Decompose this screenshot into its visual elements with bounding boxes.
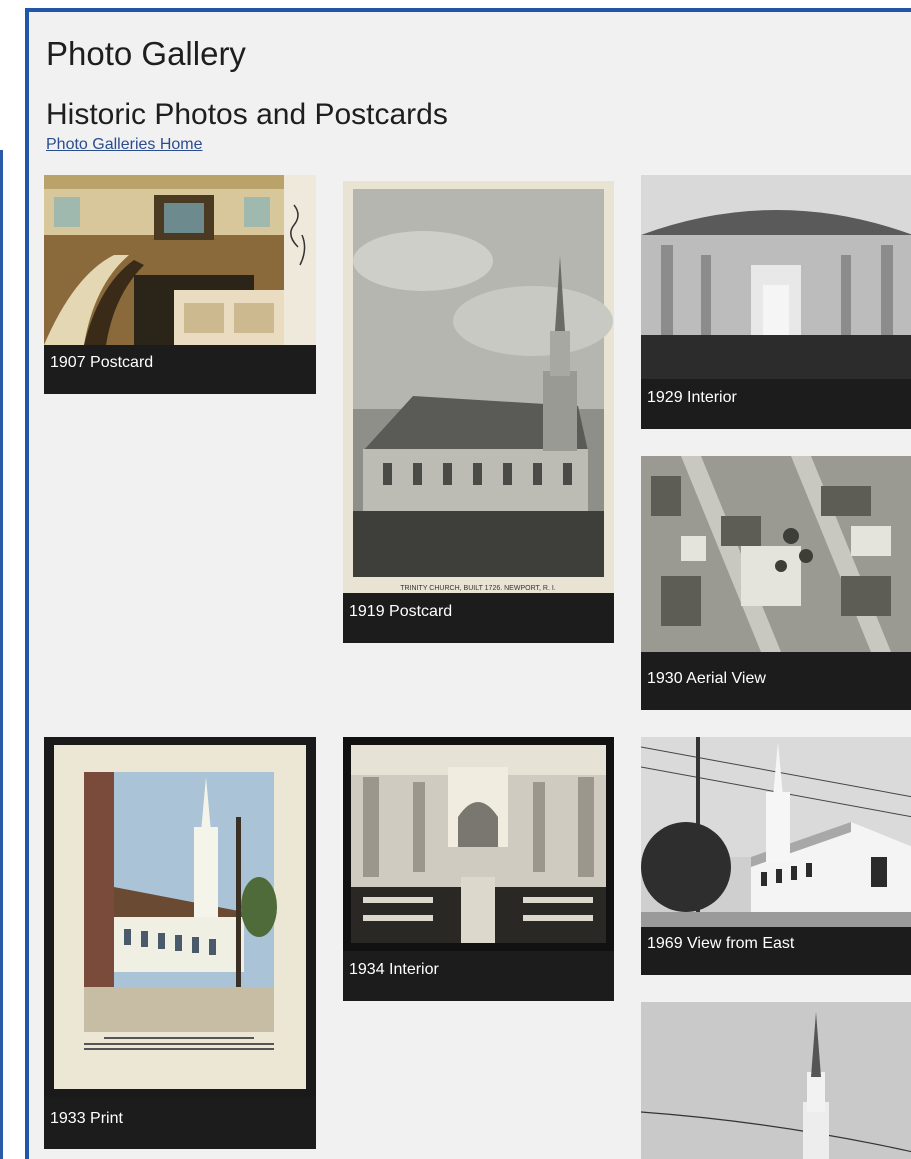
page: Photo Gallery Historic Photos and Postca… [0, 0, 911, 1159]
photo-card-1934-interior[interactable]: 1934 Interior [343, 737, 614, 1001]
photo-card-1930-aerial-view[interactable]: 1930 Aerial View [641, 456, 911, 710]
photo-caption: 1919 Postcard [349, 603, 453, 620]
photo-1907-postcard-image [44, 175, 316, 345]
photo-1919-postcard-image: TRINITY CHURCH, BUILT 1726. NEWPORT, R. … [343, 181, 614, 593]
photo-1929-interior-image [641, 175, 911, 379]
photo-caption: 1969 View from East [647, 935, 795, 952]
postcard-print-text: TRINITY CHURCH, BUILT 1726. NEWPORT, R. … [400, 585, 556, 592]
gallery-panel: Photo Gallery Historic Photos and Postca… [25, 8, 911, 1159]
photo-caption: 1933 Print [50, 1110, 123, 1127]
left-border-stripe [0, 150, 3, 1159]
photo-card-partial[interactable] [641, 1002, 911, 1159]
photo-card-1929-interior[interactable]: 1929 Interior [641, 175, 911, 429]
photo-card-1919-postcard[interactable]: TRINITY CHURCH, BUILT 1726. NEWPORT, R. … [343, 181, 614, 643]
photo-card-1907-postcard[interactable]: 1907 Postcard [44, 175, 316, 394]
photo-1933-print-image [44, 737, 316, 1097]
photo-caption: 1929 Interior [647, 389, 737, 406]
photo-caption: 1907 Postcard [50, 354, 154, 371]
photo-1934-interior-image [343, 737, 614, 951]
photo-card-1969-view-from-east[interactable]: 1969 View from East [641, 737, 911, 975]
photo-galleries-home-link[interactable]: Photo Galleries Home [46, 136, 203, 154]
photo-partial-steeple-image [641, 1002, 911, 1159]
photo-caption: 1934 Interior [349, 961, 439, 978]
section-title: Historic Photos and Postcards [46, 98, 448, 131]
photo-1930-aerial-view-image [641, 456, 911, 652]
photo-caption: 1930 Aerial View [647, 670, 766, 687]
page-title: Photo Gallery [46, 35, 246, 72]
photo-card-1933-print[interactable]: 1933 Print [44, 737, 316, 1149]
photo-1969-view-from-east-image [641, 737, 911, 927]
